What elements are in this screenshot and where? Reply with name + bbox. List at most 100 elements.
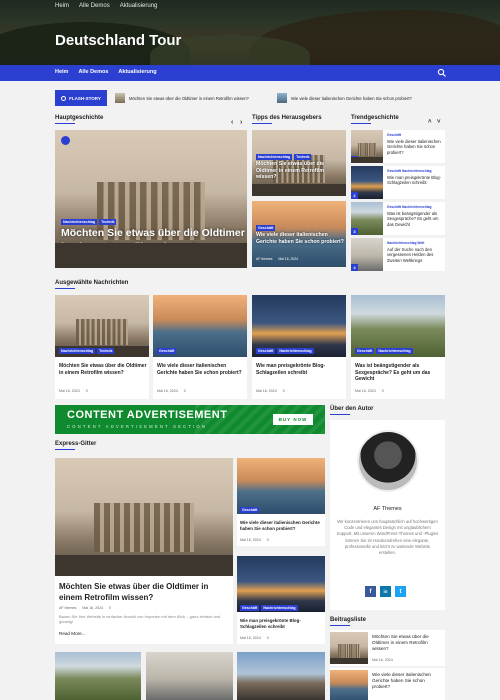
featured-card[interactable]: Geschäft Nachrichtenschlag Wie man preis… — [252, 295, 346, 399]
tip-card[interactable]: Nachrichtenschlag Technik Möchten Sie et… — [252, 130, 346, 196]
express-main-card[interactable]: Möchten Sie etwas über die Oldtimer in e… — [55, 458, 233, 644]
trend-title[interactable]: Was ist beängstigender als Sexgespräche?… — [387, 211, 443, 227]
facebook-icon[interactable]: f — [365, 586, 376, 597]
top-nav-update[interactable]: Aktualisierung — [120, 3, 158, 9]
trend-thumb: 2 — [351, 166, 383, 199]
flash-item[interactable]: Wie viele dieser italienischen Gerichte … — [277, 93, 412, 103]
nav-home[interactable]: Heim — [55, 69, 68, 75]
comment-count[interactable]: 0 — [382, 389, 384, 393]
express-image[interactable] — [237, 556, 325, 612]
chevron-right-icon[interactable]: › — [240, 119, 242, 126]
category-badge[interactable]: Geschäft — [256, 348, 276, 354]
category-badge[interactable]: Geschäft — [240, 507, 260, 513]
tip-card[interactable]: Geschäft Wie viele dieser italienischen … — [252, 201, 346, 267]
featured-title[interactable]: Wie viele dieser italienischen Gerichte … — [157, 363, 245, 376]
comment-count[interactable]: 0 — [109, 606, 111, 610]
post-thumb[interactable] — [330, 670, 368, 700]
express-card[interactable]: Geschäft Nachrichtenschlag Wie man preis… — [237, 556, 325, 644]
category-badge[interactable]: Nachrichtenschlag — [256, 154, 293, 160]
trend-item[interactable]: 4 Nachrichtenschlag Welt Auf der Suche n… — [351, 238, 445, 271]
flash-thumb — [277, 93, 287, 103]
trend-title[interactable]: Auf der Suche nach den vergessenen Helde… — [387, 247, 443, 263]
express-card[interactable]: Geschäft Wie viele dieser italienischen … — [237, 458, 325, 546]
featured-card[interactable]: Geschäft Nachrichtenschlag Was ist beäng… — [351, 295, 445, 399]
category-badge[interactable]: Geschäft — [157, 348, 177, 354]
post-date: Mai 16, 2024 — [84, 259, 106, 263]
flash-item[interactable]: Möchten Sie etwas über die Oldtimer in e… — [115, 93, 249, 103]
top-nav-demos[interactable]: Alle Demos — [79, 3, 110, 9]
post-title[interactable]: Möchten Sie etwas über die Oldtimer in e… — [372, 634, 444, 651]
nav-update[interactable]: Aktualisierung — [118, 69, 156, 75]
category-badge[interactable]: Geschäft — [256, 225, 276, 231]
category-badge[interactable]: Technik — [97, 348, 115, 354]
express-title[interactable]: Wie man preisgekrönte Blog-Schlagzeilen … — [240, 618, 324, 629]
category-badge[interactable]: Technik — [294, 154, 312, 160]
section-title-main: Hauptgeschichte — [55, 115, 104, 124]
tip-title[interactable]: Wie viele dieser italienischen Gerichte … — [256, 232, 344, 245]
post-list-item[interactable]: Wie viele dieser italienischen Gerichte … — [330, 668, 445, 700]
post-author[interactable]: AF themes — [256, 257, 272, 261]
tip-title[interactable]: Möchten Sie etwas über die Oldtimer in e… — [256, 161, 344, 181]
featured-card[interactable]: Nachrichtenschlag Technik Möchten Sie et… — [55, 295, 149, 399]
express-image[interactable] — [237, 458, 325, 514]
chevron-left-icon[interactable]: ‹ — [231, 119, 233, 126]
category-badge[interactable]: Nachrichtenschlag — [261, 605, 298, 611]
trend-item[interactable]: 3 Geschäft Nachrichtenschlag Was ist beä… — [351, 202, 445, 235]
twitter-icon[interactable]: t — [395, 586, 406, 597]
flash-story-label: FLASH-STORY — [55, 90, 107, 106]
category-badge[interactable]: Geschäft — [355, 348, 375, 354]
post-date: Mai 16, 2024 — [278, 185, 299, 189]
main-story-title[interactable]: Möchten Sie etwas über die Oldtimer in e… — [61, 226, 245, 254]
post-list-item[interactable]: Möchten Sie etwas über die Oldtimer in e… — [330, 630, 445, 666]
category-badge[interactable]: Technik — [99, 219, 117, 225]
comment-count[interactable]: 0 — [267, 636, 269, 640]
post-title[interactable]: Wie viele dieser italienischen Gerichte … — [372, 672, 444, 689]
post-author[interactable]: AF themes — [256, 185, 272, 189]
trend-category[interactable]: Geschäft Nachrichtenschlag — [387, 205, 432, 209]
trend-item[interactable]: 1 Geschäft Wie viele dieser italienische… — [351, 130, 445, 163]
category-badge[interactable]: Geschäft — [240, 605, 260, 611]
flash-thumb — [115, 93, 125, 103]
comment-count[interactable]: 0 — [184, 389, 186, 393]
category-badge[interactable]: Nachrichtenschlag — [277, 348, 314, 354]
featured-card[interactable]: Geschäft Wie viele dieser italienischen … — [153, 295, 247, 399]
category-badge[interactable]: Nachrichtenschlag — [376, 348, 413, 354]
comment-count[interactable]: 0 — [86, 389, 88, 393]
category-badge[interactable]: Nachrichtenschlag — [59, 348, 96, 354]
express-main-image[interactable] — [55, 458, 233, 576]
linkedin-icon[interactable]: in — [380, 586, 391, 597]
trend-title[interactable]: Wie man preisgekrönte Blog-Schlagzeilen … — [387, 175, 443, 186]
featured-title[interactable]: Möchten Sie etwas über die Oldtimer in e… — [59, 363, 147, 376]
top-nav-home[interactable]: Heim — [55, 3, 69, 9]
featured-title[interactable]: Was ist beängstigender als Sexgespräche?… — [355, 363, 443, 383]
express-image[interactable] — [146, 652, 233, 700]
comment-count[interactable]: 0 — [283, 389, 285, 393]
featured-title[interactable]: Wie man preisgekrönte Blog-Schlagzeilen … — [256, 363, 344, 376]
trend-item[interactable]: 2 Geschäft Nachrichtenschlag Wie man pre… — [351, 166, 445, 199]
chevron-down-icon[interactable]: ˅ — [437, 119, 441, 125]
post-thumb[interactable] — [330, 632, 368, 664]
trend-category[interactable]: Nachrichtenschlag Welt — [387, 241, 424, 245]
nav-demos[interactable]: Alle Demos — [78, 69, 108, 75]
buy-now-button[interactable]: BUY NOW — [273, 414, 313, 425]
post-author[interactable]: AF themes — [61, 259, 78, 263]
express-title[interactable]: Wie viele dieser italienischen Gerichte … — [240, 520, 324, 531]
trend-category[interactable]: Geschäft — [387, 133, 401, 137]
advertisement-banner[interactable]: CONTENT ADVERTISEMENT CONTENT ADVERTISEM… — [55, 405, 325, 434]
site-title[interactable]: Deutschland Tour — [55, 32, 181, 49]
read-more-link[interactable]: Read More... — [59, 631, 86, 636]
chevron-up-icon[interactable]: ˄ — [428, 119, 432, 125]
about-author-widget: AF Themes Wir konzentrieren uns hauptsäc… — [330, 420, 445, 610]
category-badge[interactable]: Nachrichtenschlag — [61, 219, 98, 225]
main-story-card[interactable]: Nachrichtenschlag Technik Möchten Sie et… — [55, 130, 247, 268]
express-image[interactable] — [237, 652, 325, 700]
express-main-title[interactable]: Möchten Sie etwas über die Oldtimer in e… — [59, 582, 231, 603]
post-author[interactable]: AF themes — [59, 606, 76, 610]
trend-category[interactable]: Geschäft Nachrichtenschlag — [387, 169, 432, 173]
author-bio: Wir konzentrieren uns hauptsächlich auf … — [336, 519, 439, 556]
comment-count[interactable]: 0 — [267, 538, 269, 542]
search-icon[interactable] — [437, 68, 447, 78]
trend-title[interactable]: Wie viele dieser italienischen Gerichte … — [387, 139, 443, 155]
post-date: Mai 16, 2024 — [355, 389, 376, 393]
express-image[interactable] — [55, 652, 141, 700]
